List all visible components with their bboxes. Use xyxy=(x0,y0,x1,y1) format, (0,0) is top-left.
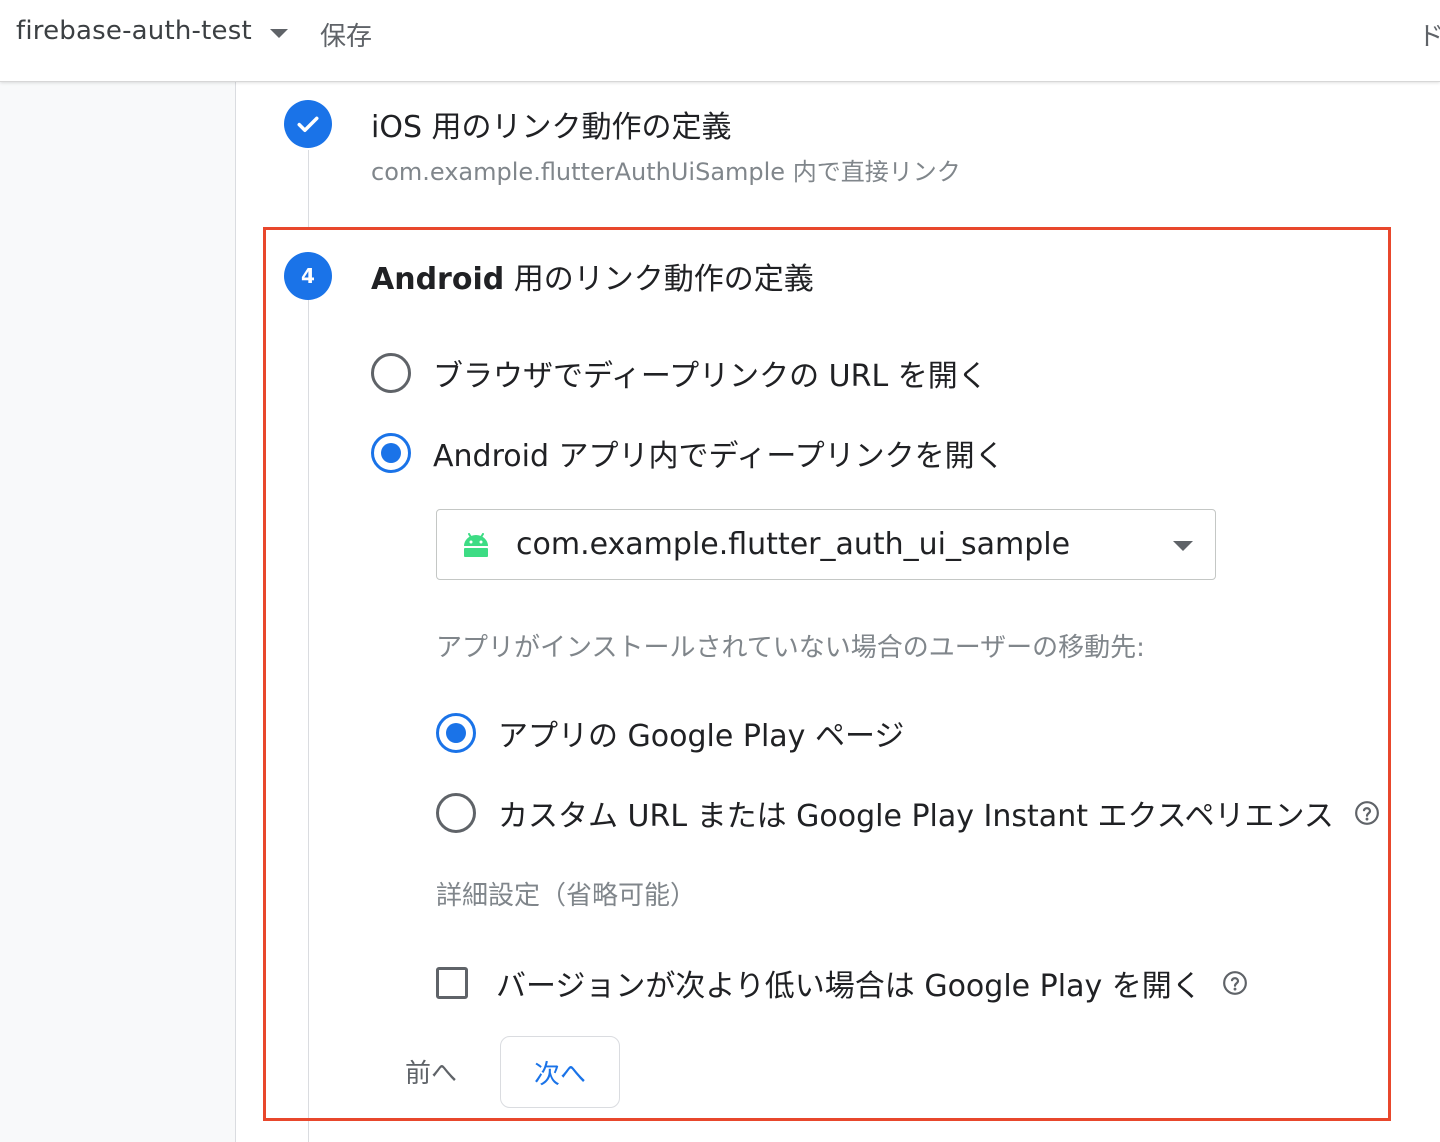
checkbox[interactable] xyxy=(436,967,468,999)
radio-label: アプリの Google Play ページ xyxy=(498,719,905,754)
radio-button[interactable] xyxy=(436,793,476,833)
radio-label: Android アプリ内でディープリンクを開く xyxy=(433,439,1005,474)
not-installed-label: アプリがインストールされていない場合のユーザーの移動先: xyxy=(436,633,1145,663)
radio-open-in-android-app[interactable]: Android アプリ内でディープリンクを開く xyxy=(371,431,1005,475)
android-step-title-platform: Android xyxy=(371,262,505,297)
ios-step-title[interactable]: iOS 用のリンク動作の定義 xyxy=(371,102,732,146)
checkbox-label: バージョンが次より低い場合は Google Play を開く xyxy=(496,969,1202,1004)
android-app-select[interactable]: com.example.flutter_auth_ui_sample xyxy=(436,509,1216,580)
android-app-select-value: com.example.flutter_auth_ui_sample xyxy=(516,527,1071,562)
help-circle-icon[interactable] xyxy=(1222,970,1248,996)
check-icon xyxy=(297,116,319,132)
android-step-title-rest: 用のリンク動作の定義 xyxy=(504,262,814,297)
radio-open-in-browser[interactable]: ブラウザでディープリンクの URL を開く xyxy=(371,351,988,395)
project-selector[interactable]: firebase-auth-test xyxy=(16,16,288,46)
radio-custom-url[interactable]: カスタム URL または Google Play Instant エクスペリエン… xyxy=(436,791,1380,835)
stepper-connector xyxy=(308,150,309,230)
caret-down-icon xyxy=(1173,541,1193,551)
previous-button[interactable]: 前へ xyxy=(386,1042,476,1100)
radio-label: ブラウザでディープリンクの URL を開く xyxy=(433,359,988,394)
radio-google-play-page[interactable]: アプリの Google Play ページ xyxy=(436,711,904,755)
top-bar: firebase-auth-test 保存 ド xyxy=(0,0,1440,82)
save-button[interactable]: 保存 xyxy=(320,16,372,53)
chevron-down-icon xyxy=(269,28,288,38)
ios-step-subtitle: com.example.flutterAuthUiSample 内で直接リンク xyxy=(371,158,961,186)
project-name: firebase-auth-test xyxy=(16,16,252,46)
help-circle-icon[interactable] xyxy=(1354,800,1380,826)
radio-button-selected[interactable] xyxy=(371,433,411,473)
step-number: 4 xyxy=(301,264,315,288)
min-version-checkbox-row[interactable]: バージョンが次より低い場合は Google Play を開く xyxy=(436,961,1248,1005)
radio-button-selected[interactable] xyxy=(436,713,476,753)
left-sidebar xyxy=(0,82,236,1142)
step-number-badge: 4 xyxy=(284,252,332,300)
radio-button[interactable] xyxy=(371,353,411,393)
android-step-title: Android 用のリンク動作の定義 xyxy=(371,254,814,298)
advanced-settings-label: 詳細設定（省略可能） xyxy=(436,881,697,911)
step-complete-badge xyxy=(284,100,332,148)
android-icon xyxy=(464,532,488,557)
truncated-header-link[interactable]: ド xyxy=(1418,16,1440,53)
next-button[interactable]: 次へ xyxy=(500,1036,620,1108)
radio-label: カスタム URL または Google Play Instant エクスペリエン… xyxy=(498,799,1334,834)
